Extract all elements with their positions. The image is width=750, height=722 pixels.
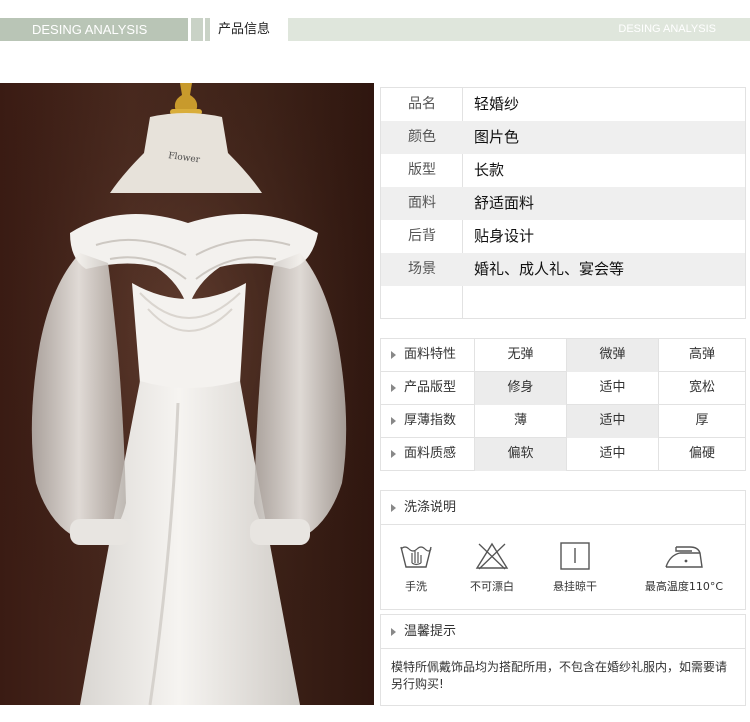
wash-label: 悬挂晾干 <box>553 580 597 593</box>
notice-title: 温馨提示 <box>404 624 457 639</box>
header-right-banner: DESING ANALYSIS <box>288 18 750 41</box>
info-value: 贴身设计 <box>474 227 535 245</box>
info-key: 场景 <box>408 261 436 277</box>
triangle-bullet-icon <box>391 416 396 425</box>
attr-label-text: 面料质感 <box>404 446 457 461</box>
attr-label: 产品版型 <box>381 372 474 405</box>
wash-item-bleach: 不可漂白 <box>467 541 517 594</box>
info-row-back: 后背 贴身设计 <box>381 220 745 253</box>
info-key: 颜色 <box>408 129 436 145</box>
info-key: 版型 <box>408 162 436 178</box>
wash-label: 手洗 <box>405 580 427 593</box>
info-value: 婚礼、成人礼、宴会等 <box>474 260 625 278</box>
attr-option: 适中 <box>566 438 658 471</box>
wash-header: 洗涤说明 <box>381 491 745 525</box>
wash-item-hand: 手洗 <box>395 541 437 594</box>
attr-option: 厚 <box>658 405 745 438</box>
triangle-bullet-icon <box>391 627 396 636</box>
triangle-bullet-icon <box>391 503 396 512</box>
notice-text: 模特所佩戴饰品均为搭配所用，不包含在婚纱礼服内，如需要请另行购买! <box>391 660 728 691</box>
info-key: 后背 <box>408 228 436 244</box>
attr-option: 无弹 <box>474 339 566 372</box>
triangle-bullet-icon <box>391 449 396 458</box>
attr-label: 厚薄指数 <box>381 405 474 438</box>
hang-dry-icon <box>560 542 590 570</box>
section-title: 产品信息 <box>218 22 271 37</box>
info-row-fit: 版型 长款 <box>381 154 745 187</box>
attr-row-texture: 面料质感 偏软 适中 偏硬 <box>381 438 745 471</box>
attr-label-text: 产品版型 <box>404 380 457 395</box>
attr-option-selected: 修身 <box>474 372 566 405</box>
wash-item-hang: 悬挂晾干 <box>549 541 601 594</box>
wash-label: 不可漂白 <box>470 580 514 593</box>
info-row-occasion: 场景 婚礼、成人礼、宴会等 <box>381 253 745 286</box>
info-value: 轻婚纱 <box>474 95 520 113</box>
attr-option: 适中 <box>566 372 658 405</box>
attr-label-text: 面料特性 <box>404 347 457 362</box>
notice-header: 温馨提示 <box>381 615 745 649</box>
info-value: 舒适面料 <box>474 194 535 212</box>
attr-option-selected: 微弹 <box>566 339 658 372</box>
attr-option: 高弹 <box>658 339 745 372</box>
notice-box: 温馨提示 模特所佩戴饰品均为搭配所用，不包含在婚纱礼服内，如需要请另行购买! <box>380 614 746 706</box>
attr-option: 偏硬 <box>658 438 745 471</box>
wash-title: 洗涤说明 <box>404 500 457 515</box>
wash-instructions: 洗涤说明 手洗 不可漂白 悬挂晾干 最高温度110°C <box>380 490 746 610</box>
info-row-name: 品名 轻婚纱 <box>381 88 745 121</box>
header-divider-bar <box>191 18 203 41</box>
product-info-table: 品名 轻婚纱 颜色 图片色 版型 长款 面料 舒适面料 后背 贴身设计 场景 婚… <box>380 87 746 319</box>
header-left-banner: DESING ANALYSIS <box>0 18 188 41</box>
attr-row-thickness: 厚薄指数 薄 适中 厚 <box>381 405 745 438</box>
info-row-empty <box>381 286 745 319</box>
attr-row-fit: 产品版型 修身 适中 宽松 <box>381 372 745 405</box>
attr-row-elasticity: 面料特性 无弹 微弹 高弹 <box>381 339 745 372</box>
product-photo: Flower <box>0 83 374 705</box>
no-bleach-icon <box>475 542 509 570</box>
attr-label: 面料质感 <box>381 438 474 471</box>
wash-item-iron: 最高温度110°C <box>643 541 725 594</box>
wash-label: 最高温度110°C <box>644 580 724 593</box>
attr-option: 薄 <box>474 405 566 438</box>
triangle-bullet-icon <box>391 350 396 359</box>
attr-label-text: 厚薄指数 <box>404 413 457 428</box>
info-row-fabric: 面料 舒适面料 <box>381 187 745 220</box>
iron-110-icon <box>665 546 703 568</box>
info-key: 面料 <box>408 195 436 211</box>
attr-option: 宽松 <box>658 372 745 405</box>
info-value: 图片色 <box>474 128 520 146</box>
attr-option-selected: 适中 <box>566 405 658 438</box>
attr-option-selected: 偏软 <box>474 438 566 471</box>
attr-label: 面料特性 <box>381 339 474 372</box>
triangle-bullet-icon <box>391 383 396 392</box>
hand-wash-icon <box>400 546 432 568</box>
info-value: 长款 <box>474 161 505 179</box>
info-row-color: 颜色 图片色 <box>381 121 745 154</box>
info-key: 品名 <box>408 96 436 112</box>
header-divider-bar-small <box>205 18 210 41</box>
attribute-grid: 面料特性 无弹 微弹 高弹 产品版型 修身 适中 宽松 厚薄指数 薄 适中 厚 … <box>380 338 746 471</box>
